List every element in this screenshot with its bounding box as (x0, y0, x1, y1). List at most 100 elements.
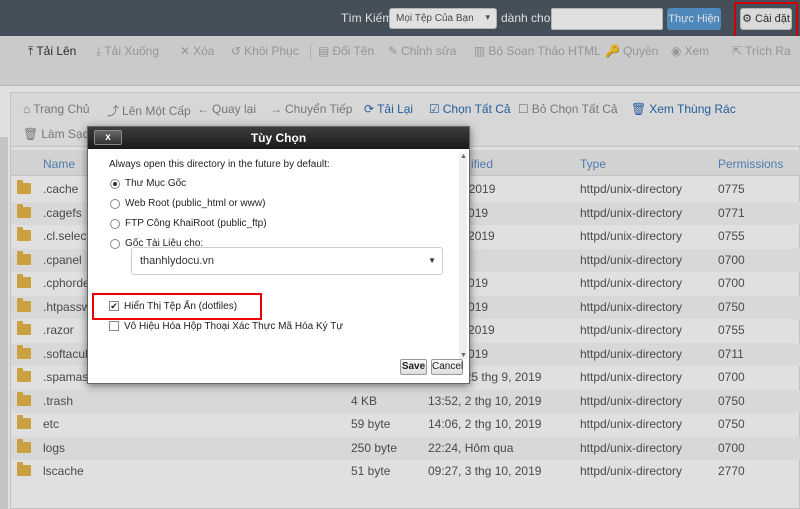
delete-icon: ✕ (180, 44, 191, 58)
cell-name: etc (43, 417, 60, 431)
arrow-left-icon: ← (197, 102, 209, 116)
download-icon: ⤓ (96, 44, 102, 58)
upload-icon: ⤒ (28, 44, 34, 58)
cell-type: httpd/unix-directory (580, 393, 683, 408)
toolbar-upload-button[interactable]: ⤒ Tải Lên (28, 44, 76, 59)
cell-permissions: 0750 (718, 299, 745, 314)
disable-charset-checkbox[interactable] (109, 321, 119, 331)
nav-empty-trash-button[interactable]: 🗑 Làm Sạch (23, 127, 95, 141)
cell-type: httpd/unix-directory (580, 346, 683, 361)
column-header-name[interactable]: Name (43, 157, 75, 171)
cell-permissions: 0700 (718, 370, 745, 384)
toolbar-extract-button[interactable]: ⇱ Trích Ra (732, 44, 791, 58)
radio-document-root[interactable] (110, 239, 120, 249)
close-button[interactable]: x (94, 130, 122, 145)
table-row[interactable]: logs 250 byte 22:24, Hôm qua httpd/unix-dir… (11, 436, 800, 460)
nav-deselect-all-button[interactable]: ☐ Bỏ Chọn Tất Cả (518, 102, 618, 116)
radio-home-dir[interactable] (110, 179, 120, 189)
cell-permissions: 0711 (718, 346, 744, 361)
cell-type: httpd/unix-directory (580, 229, 683, 243)
cell-permissions: 0750 (718, 417, 745, 431)
chevron-down-icon: ▾ (485, 12, 490, 22)
folder-icon (17, 368, 31, 382)
nav-select-all-button[interactable]: ☑ Chọn Tất Cả (429, 102, 511, 116)
cell-name: .trash (43, 393, 74, 408)
nav-reload-button[interactable]: ⟳ Tải Lại (364, 102, 413, 116)
cell-type: httpd/unix-directory (580, 323, 683, 337)
dialog-title: Tùy Chọn (250, 131, 307, 145)
cell-size: 4 KB (351, 393, 378, 408)
toolbar-edit-button[interactable]: ✎ Chỉnh sửa (388, 44, 456, 58)
dialog-footer: Save Cancel (88, 353, 469, 383)
cell-permissions: 2770 (718, 464, 745, 478)
dialog-scrollbar[interactable]: ▲ ▼ (459, 153, 467, 359)
cell-permissions: 0700 (718, 252, 745, 267)
cancel-button[interactable]: Cancel (431, 359, 463, 375)
nav-view-trash-button[interactable]: 🗑 Xem Thùng Rác (631, 102, 736, 116)
toolbar-download-button[interactable]: ⤓ Tải Xuống (96, 44, 159, 59)
cell-modified: 22:24, Hôm qua (428, 440, 514, 455)
file-toolbar: ⤒ Tải Lên ⤓ Tải Xuống ✕ Xóa ↺ Khôi Phục ▤ Đổi… (0, 36, 800, 86)
toolbar-permissions-button[interactable]: 🔑 Quyền (605, 44, 658, 58)
cell-name: logs (43, 440, 66, 455)
cell-modified: 14:06, 2 thg 10, 2019 (428, 417, 542, 431)
cell-type: httpd/unix-directory (580, 299, 683, 314)
nav-up-button[interactable]: ⤴ Lên Một Cấp (107, 102, 191, 119)
cell-type: httpd/unix-directory (580, 205, 683, 220)
radio-web-root[interactable] (110, 199, 120, 209)
toolbar-delete-button[interactable]: ✕ Xóa (180, 44, 214, 58)
folder-icon (17, 227, 31, 241)
dialog-titlebar: x Tùy Chọn (88, 127, 469, 149)
table-row[interactable]: etc 59 byte 14:06, 2 thg 10, 2019 httpd/uni… (11, 413, 800, 436)
folder-icon (17, 462, 31, 476)
document-root-select[interactable]: thanhlydocu.vn ▼ (131, 247, 443, 275)
save-button[interactable]: Save (400, 359, 427, 375)
left-scrollbar[interactable] (0, 137, 8, 509)
cell-permissions: 0755 (718, 229, 745, 243)
cell-name: .razor (43, 323, 74, 337)
extract-icon: ⇱ (732, 44, 743, 58)
cell-name: .cpanel (43, 252, 82, 267)
html-editor-icon: ▥ (474, 44, 486, 58)
folder-icon (17, 274, 31, 288)
scroll-up-icon: ▲ (460, 153, 467, 160)
checkbox-checked-icon: ☑ (429, 102, 440, 116)
search-go-button[interactable]: Thực Hiện (667, 8, 721, 30)
toolbar-view-button[interactable]: ◉ Xem (671, 44, 709, 58)
restore-icon: ↺ (231, 44, 242, 58)
cell-name: .cphorde (43, 276, 90, 290)
search-input[interactable] (551, 8, 663, 30)
folder-icon (17, 344, 31, 359)
radio-public-ftp[interactable] (110, 219, 120, 229)
cell-modified: 13:52, 2 thg 10, 2019 (428, 393, 542, 408)
toolbar-divider (310, 44, 311, 60)
folder-icon (17, 297, 31, 312)
radio-home-dir-label: Thư Mục Gốc (125, 178, 187, 189)
cell-type: httpd/unix-directory (580, 370, 683, 384)
cell-type: httpd/unix-directory (580, 464, 683, 478)
column-header-type[interactable]: Type (580, 157, 606, 171)
table-row[interactable]: .trash 4 KB 13:52, 2 thg 10, 2019 httpd/uni… (11, 389, 800, 413)
cell-permissions: 0775 (718, 182, 745, 196)
toolbar-restore-button[interactable]: ↺ Khôi Phục (231, 44, 299, 58)
nav-forward-button[interactable]: → Chuyển Tiếp (270, 102, 352, 116)
rename-icon: ▤ (318, 44, 330, 58)
radio-web-root-label: Web Root (public_html or www) (125, 198, 266, 209)
folder-icon (17, 391, 31, 406)
folder-icon (17, 250, 31, 265)
search-scope-select[interactable]: Mọi Tệp Của Bạn ▾ (389, 8, 497, 29)
default-directory-intro: Always open this directory in the future… (109, 159, 330, 170)
toolbar-html-editor-button[interactable]: ▥ Bộ Soạn Thảo HTML (474, 44, 601, 58)
column-header-permissions[interactable]: Permissions (718, 157, 783, 171)
nav-back-button[interactable]: ← Quay lại (197, 102, 256, 116)
column-header-modified[interactable]: ified (471, 157, 493, 171)
cell-permissions: 0755 (718, 323, 745, 337)
nav-home-button[interactable]: ⌂ Trang Chủ (23, 102, 90, 116)
cell-permissions: 0700 (718, 276, 745, 290)
toolbar-rename-button[interactable]: ▤ Đổi Tên (318, 44, 374, 58)
cell-modified: 09:27, 3 thg 10, 2019 (428, 464, 542, 478)
table-row[interactable]: lscache 51 byte 09:27, 3 thg 10, 2019 httpd… (11, 460, 800, 483)
view-icon: ◉ (671, 44, 682, 58)
preferences-dialog: x Tùy Chọn Always open this directory in… (87, 126, 470, 384)
radio-public-ftp-label: FTP Công KhaiRoot (public_ftp) (125, 218, 267, 229)
